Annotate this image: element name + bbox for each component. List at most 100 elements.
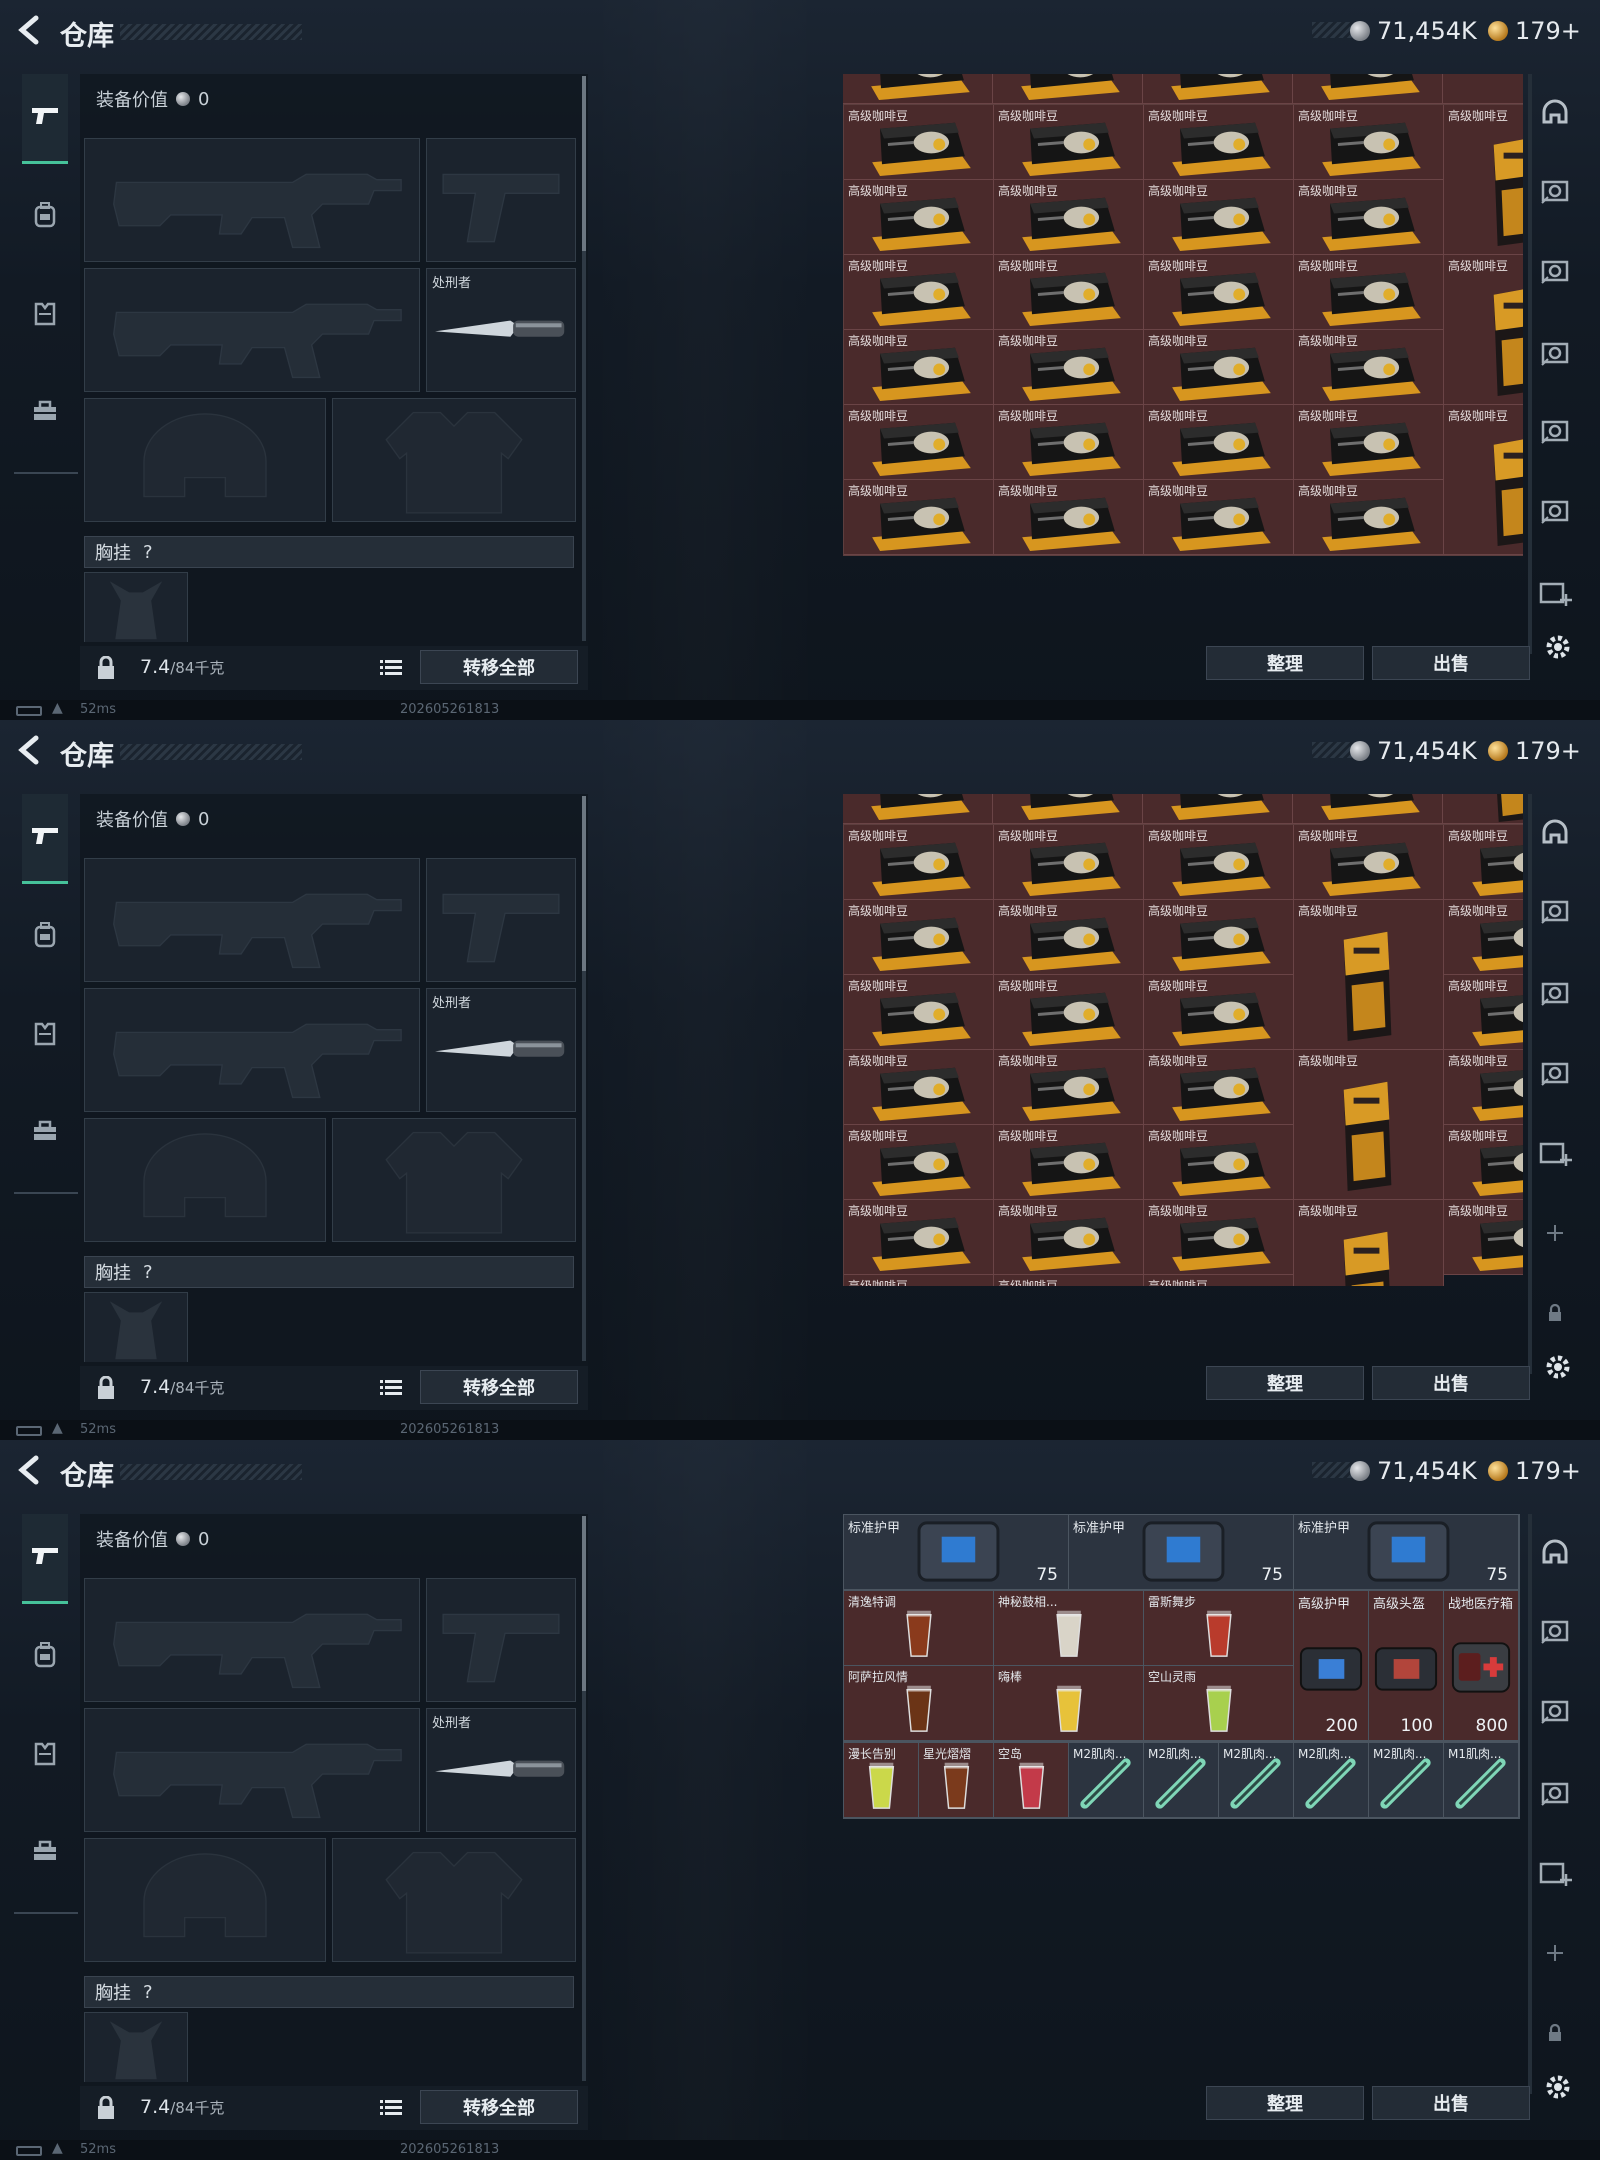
item-coffee-box[interactable]: 高级咖啡豆 (994, 180, 1144, 255)
item-coffee-bag[interactable]: 高级咖啡豆 (1294, 1200, 1444, 1286)
item-coffee-box[interactable]: 高级咖啡豆 (1144, 975, 1294, 1050)
stash-crate-plus-icon[interactable] (1538, 576, 1572, 610)
item-coffee-box[interactable]: 高级咖啡豆 (1144, 1200, 1294, 1275)
transfer-all-button[interactable]: 转移全部 (420, 650, 578, 684)
pistol-slot[interactable] (426, 1578, 576, 1702)
item-drink[interactable]: 漫长告别 (844, 1743, 919, 1818)
item-coffee-box[interactable]: 高级咖啡豆 (844, 105, 994, 180)
item-drink[interactable]: 清逸特调 (844, 1591, 994, 1666)
item-coffee-box[interactable]: 高级咖啡豆 (1444, 1125, 1523, 1200)
item-stimulant[interactable]: M2肌肉... (1294, 1743, 1369, 1818)
item-stimulant[interactable]: M2肌肉... (1369, 1743, 1444, 1818)
melee-slot[interactable]: 处刑者 (426, 988, 576, 1112)
stash-crate-icon[interactable] (1538, 174, 1572, 208)
stash-crate-icon[interactable] (1538, 254, 1572, 288)
chest-rig-help[interactable]: ? (143, 1982, 153, 2003)
sort-button[interactable]: 整理 (1206, 2086, 1364, 2120)
tab-toolbox[interactable] (22, 368, 68, 458)
item-coffee-box[interactable]: 高级咖啡豆 (994, 1200, 1144, 1275)
back-icon[interactable] (16, 1454, 44, 1486)
lock-icon[interactable] (96, 2095, 116, 2124)
primary-weapon-slot[interactable] (84, 858, 420, 982)
stash-crate-icon[interactable] (1538, 336, 1572, 370)
panel-scrollbar[interactable] (582, 796, 586, 1361)
item-coffee-box[interactable]: 高级咖啡豆 (994, 1125, 1144, 1200)
item-coffee-box[interactable]: 高级咖啡豆 (844, 975, 994, 1050)
item-stimulant[interactable]: M2肌肉... (1219, 1743, 1294, 1818)
chest-rig-help[interactable]: ? (143, 1262, 153, 1283)
stash-crate-icon[interactable] (1538, 976, 1572, 1010)
item-coffee-box[interactable] (843, 74, 993, 104)
lock-icon[interactable] (96, 1375, 116, 1404)
list-icon[interactable] (380, 2099, 402, 2121)
primary-weapon-slot[interactable] (84, 138, 420, 262)
item-stimulant[interactable]: M1肌肉... (1444, 1743, 1519, 1818)
sort-button[interactable]: 整理 (1206, 646, 1364, 680)
tab-weapons[interactable] (22, 1514, 68, 1604)
stash-crate-plus-icon[interactable] (1538, 1136, 1572, 1170)
list-icon[interactable] (380, 659, 402, 681)
stash-plus-icon[interactable] (1538, 1216, 1572, 1250)
item-coffee-box[interactable]: 高级咖啡豆 (1294, 105, 1444, 180)
melee-slot[interactable]: 处刑者 (426, 1708, 576, 1832)
item-coffee-box[interactable]: 高级咖啡豆 (1444, 900, 1523, 975)
stash-crate-icon[interactable] (1538, 1056, 1572, 1090)
item-stimulant[interactable]: M2肌肉... (1069, 1743, 1144, 1818)
transfer-all-button[interactable]: 转移全部 (420, 1370, 578, 1404)
item-coffee-box[interactable]: 高级咖啡豆 (994, 1275, 1144, 1286)
melee-slot[interactable]: 处刑者 (426, 268, 576, 392)
item-coffee-box[interactable]: 高级咖啡豆 (994, 1050, 1144, 1125)
helmet-slot[interactable] (84, 1838, 326, 1962)
item-drink[interactable]: 空岛 (994, 1743, 1069, 1818)
item-coffee-box[interactable]: 高级咖啡豆 (1144, 900, 1294, 975)
item-coffee-box[interactable]: 高级咖啡豆 (844, 405, 994, 480)
item-coffee-box[interactable]: 高级咖啡豆 (1144, 180, 1294, 255)
item-drink[interactable]: 阿萨拉风情 (844, 1666, 994, 1741)
transfer-all-button[interactable]: 转移全部 (420, 2090, 578, 2124)
item-coffee-bag[interactable]: 高级咖啡豆 (1444, 405, 1523, 555)
item-coffee-box[interactable]: 高级咖啡豆 (844, 330, 994, 405)
item-coffee-box[interactable]: 高级咖啡豆 (994, 900, 1144, 975)
item-coffee-box[interactable]: 高级咖啡豆 (844, 480, 994, 555)
item-coffee-box[interactable]: 高级咖啡豆 (1294, 255, 1444, 330)
stash-helmet-icon[interactable] (1538, 816, 1572, 850)
tab-vest[interactable] (22, 1710, 68, 1800)
tab-backpack[interactable] (22, 172, 68, 262)
gear-icon[interactable] (1543, 632, 1573, 666)
item-coffee-box[interactable]: 高级咖啡豆 (844, 255, 994, 330)
primary-weapon-slot[interactable] (84, 1578, 420, 1702)
helmet-slot[interactable] (84, 398, 326, 522)
item-coffee-box[interactable]: 高级咖啡豆 (844, 180, 994, 255)
secondary-weapon-slot[interactable] (84, 268, 420, 392)
stash-crate-icon[interactable] (1538, 1776, 1572, 1810)
armor-slot[interactable] (332, 1118, 576, 1242)
item-coffee-box[interactable] (1143, 74, 1293, 104)
chest-rig-slot[interactable] (84, 572, 188, 642)
item-coffee-box[interactable]: 高级咖啡豆 (1444, 1200, 1523, 1275)
item-coffee-box[interactable]: 高级咖啡豆 (994, 405, 1144, 480)
item-drink[interactable]: 神秘鼓相... (994, 1591, 1144, 1666)
item-coffee-box[interactable]: 高级咖啡豆 (1144, 255, 1294, 330)
item-coffee-box[interactable] (993, 74, 1143, 104)
armor-slot[interactable] (332, 398, 576, 522)
stash-helmet-icon[interactable] (1538, 96, 1572, 130)
item-drink[interactable]: 星光熠熠 (919, 1743, 994, 1818)
sell-button[interactable]: 出售 (1372, 646, 1530, 680)
item-coffee-box[interactable]: 高级咖啡豆 (1444, 975, 1523, 1050)
item-coffee-box[interactable]: 高级咖啡豆 (844, 1275, 994, 1286)
tab-weapons[interactable] (22, 794, 68, 884)
item-coffee-bag[interactable]: 高级咖啡豆 (1444, 255, 1523, 405)
item-coffee-box[interactable] (993, 794, 1143, 824)
item-drink[interactable]: 雷斯舞步 (1144, 1591, 1294, 1666)
item-coffee-box[interactable]: 高级咖啡豆 (994, 825, 1144, 900)
item-drink[interactable]: 嗨棒 (994, 1666, 1144, 1741)
tab-toolbox[interactable] (22, 1808, 68, 1898)
item-coffee-box[interactable]: 高级咖啡豆 (1294, 330, 1444, 405)
chest-rig-slot[interactable] (84, 1292, 188, 1362)
stash-crate-icon[interactable] (1538, 494, 1572, 528)
helmet-slot[interactable] (84, 1118, 326, 1242)
item-coffee-box[interactable]: 高级咖啡豆 (1144, 1275, 1294, 1286)
stash-scrollbar[interactable] (1528, 74, 1532, 654)
tab-backpack[interactable] (22, 892, 68, 982)
tab-vest[interactable] (22, 270, 68, 360)
